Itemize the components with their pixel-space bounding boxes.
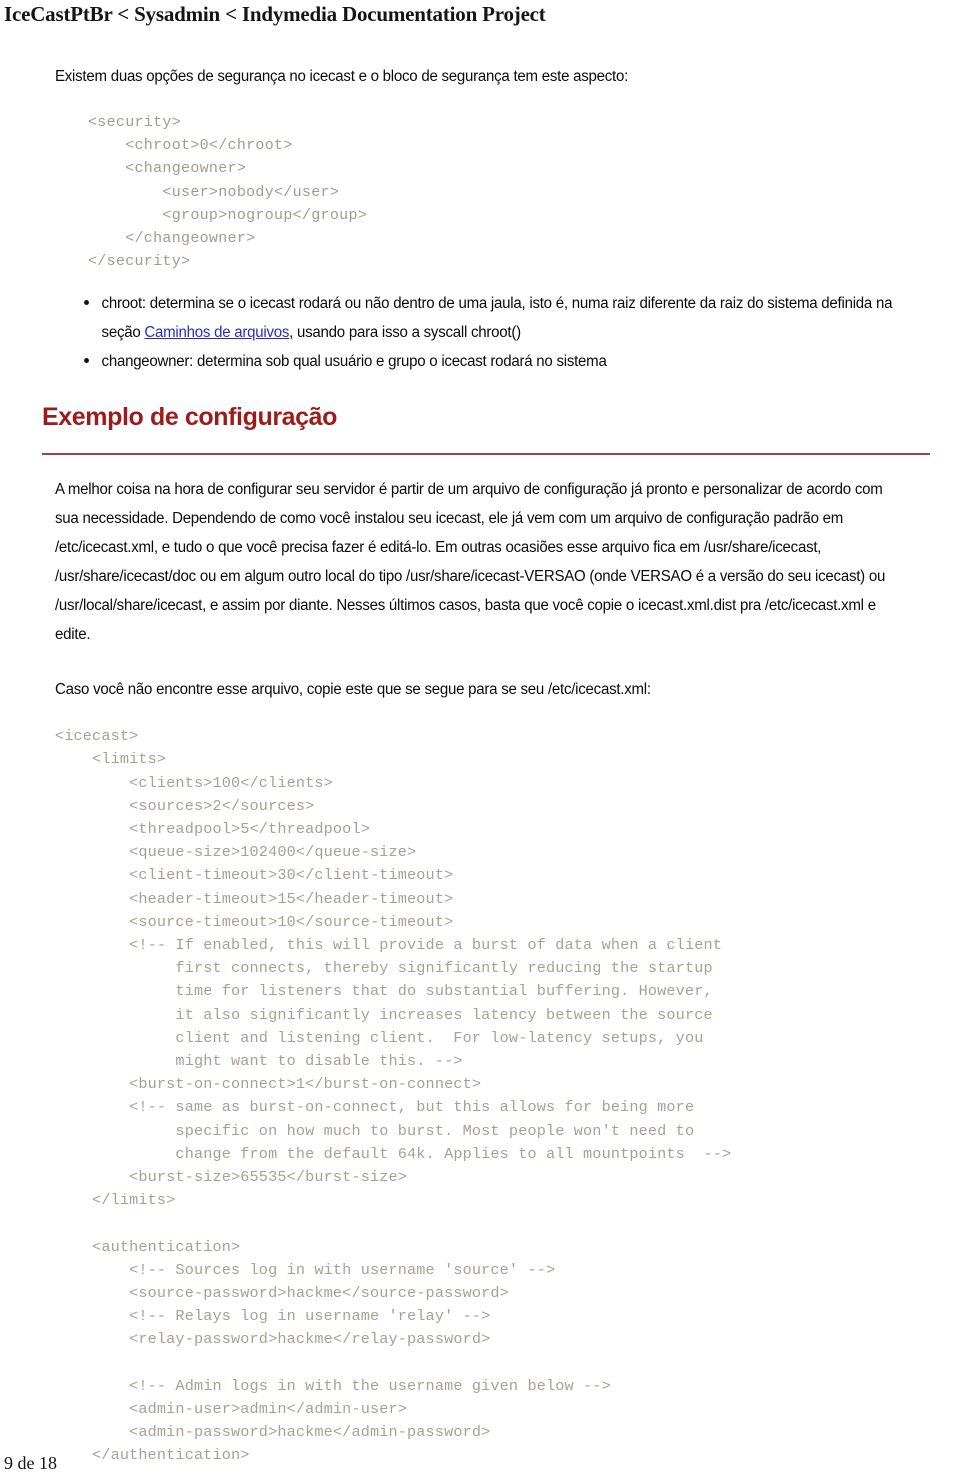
bullet-dot-icon — [84, 358, 89, 364]
list-item-chroot: chroot: determina se o icecast rodará ou… — [55, 289, 909, 347]
chroot-description-part2: , usando para isso a syscall chroot() — [289, 324, 521, 342]
security-options-list: chroot: determina se o icecast rodará ou… — [55, 289, 935, 376]
intro-paragraph: Existem duas opções de segurança no icec… — [55, 68, 629, 85]
document-page: IceCastPtBr < Sysadmin < Indymedia Docum… — [0, 0, 960, 1484]
section-paragraph-2: Caso você não encontre esse arquivo, cop… — [55, 681, 651, 699]
section-divider — [42, 453, 930, 456]
bullet-dot-icon — [84, 300, 89, 306]
icecast-config-code-block: <icecast> <limits> <clients>100</clients… — [55, 727, 732, 1465]
security-code-block: <security> <chroot>0</chroot> <changeown… — [88, 114, 368, 271]
page-number-footer: 9 de 18 — [4, 1453, 57, 1473]
changeowner-description: changeowner: determina sob qual usuário … — [101, 353, 607, 371]
breadcrumb: IceCastPtBr < Sysadmin < Indymedia Docum… — [4, 2, 546, 26]
document-content: Existem duas opções de segurança no icec… — [42, 62, 935, 1468]
list-item-changeowner: changeowner: determina sob qual usuário … — [55, 347, 909, 376]
section-heading-exemplo-de-configuracao: Exemplo de configuração — [42, 403, 338, 432]
caminhos-de-arquivos-link[interactable]: Caminhos de arquivos — [144, 324, 289, 341]
section-paragraph-1: A melhor coisa na hora de configurar seu… — [55, 481, 886, 644]
